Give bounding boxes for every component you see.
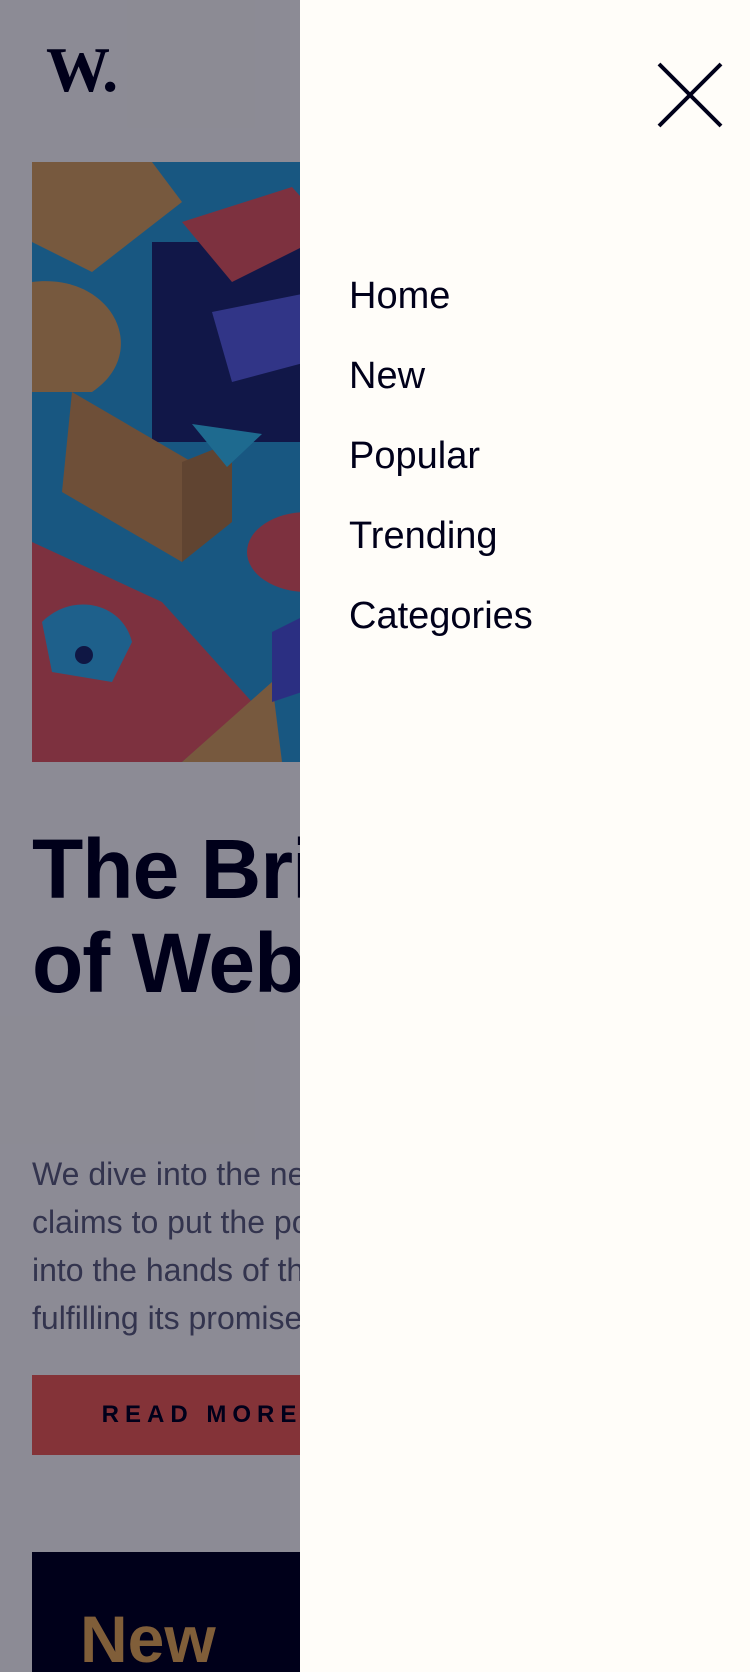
menu-item-new: New: [349, 336, 533, 416]
menu-drawer: Home New Popular Trending Categories: [300, 0, 750, 1672]
close-menu-button[interactable]: [647, 52, 733, 138]
menu-link-popular[interactable]: Popular: [349, 416, 533, 496]
menu-item-trending: Trending: [349, 496, 533, 576]
menu-link-new[interactable]: New: [349, 336, 533, 416]
menu-item-home: Home: [349, 256, 533, 336]
close-icon: [657, 62, 723, 128]
menu-link-trending[interactable]: Trending: [349, 496, 533, 576]
menu-item-popular: Popular: [349, 416, 533, 496]
menu-item-categories: Categories: [349, 576, 533, 656]
menu-link-home[interactable]: Home: [349, 256, 533, 336]
menu-list: Home New Popular Trending Categories: [349, 256, 533, 656]
menu-link-categories[interactable]: Categories: [349, 576, 533, 656]
